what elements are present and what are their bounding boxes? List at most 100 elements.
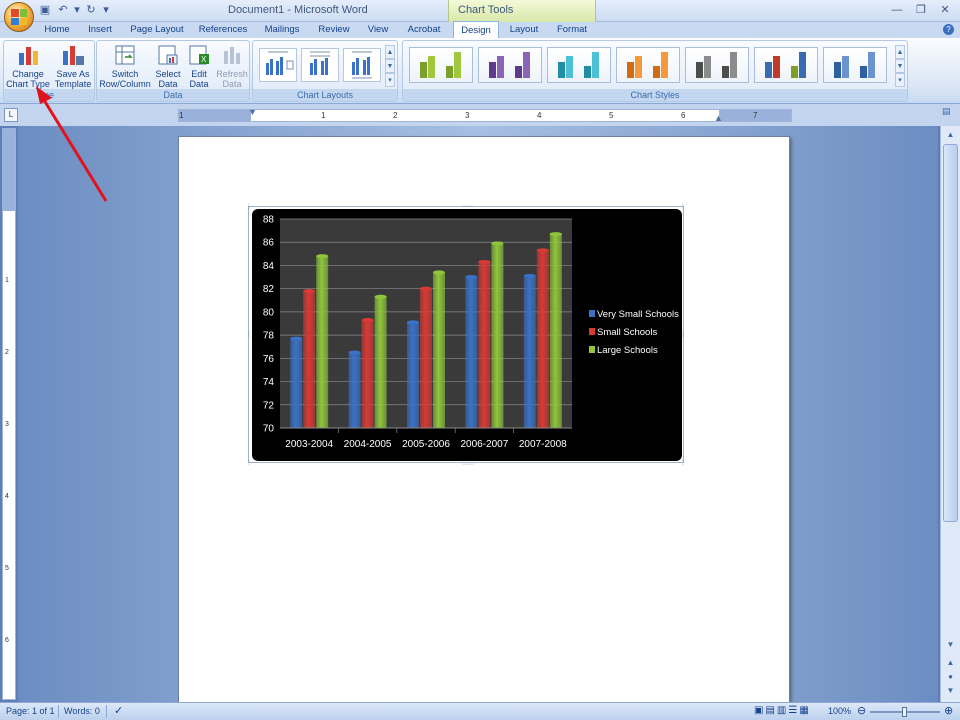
chart-style-4-icon — [627, 52, 668, 78]
save-icon[interactable]: ▣ — [38, 3, 52, 17]
chart-style-bar — [592, 52, 599, 78]
bar-top — [420, 286, 432, 291]
close-icon[interactable]: ✕ — [934, 2, 956, 18]
chart-style-2-icon — [489, 52, 530, 78]
chart-styles-up-icon[interactable]: ▲ — [895, 45, 905, 59]
scroll-thumb[interactable] — [943, 144, 958, 522]
status-separator — [58, 705, 59, 718]
previous-page-icon[interactable]: ▲ — [944, 656, 957, 669]
office-button[interactable] — [4, 2, 34, 32]
chart-style-1-thumbnail[interactable] — [409, 47, 473, 83]
legend-swatch — [589, 328, 595, 335]
page-count[interactable]: Page: 1 of 1 — [6, 706, 55, 716]
x-tick-label: 2006-2007 — [460, 439, 508, 450]
select-data-button[interactable]: Select Data — [153, 43, 183, 89]
x-tick-label: 2005-2006 — [402, 439, 450, 450]
office-logo-icon — [11, 9, 27, 25]
tab-design[interactable]: Design — [453, 21, 499, 39]
right-indent-marker-icon[interactable]: ▲ — [714, 113, 723, 123]
full-screen-reading-icon[interactable]: ▤ — [765, 705, 776, 716]
bar-top — [523, 273, 536, 278]
chart-style-6-thumbnail[interactable] — [754, 47, 818, 83]
tab-selector-icon[interactable]: L — [4, 108, 18, 122]
print-layout-icon[interactable]: ▣ — [754, 705, 765, 716]
web-layout-icon[interactable]: ▥ — [777, 705, 788, 716]
quick-access-toolbar: ▣ ↶ ▾ ↻ ▾ — [38, 3, 110, 17]
indent-marker-icon[interactable]: ▼ — [248, 107, 257, 117]
redo-icon[interactable]: ↻ — [84, 3, 98, 17]
chart-style-3-thumbnail[interactable] — [547, 47, 611, 83]
bar-very-small-schools — [523, 275, 536, 428]
chart-style-1-icon — [420, 52, 461, 78]
draft-icon[interactable]: ▦ — [799, 705, 810, 716]
chart[interactable]: 70 72 74 76 78 80 82 84 86 88 2003-2004 2004-2005 20… — [252, 209, 682, 461]
edit-data-button[interactable]: X Edit Data — [185, 43, 213, 89]
zoom-in-icon[interactable]: ⊕ — [944, 704, 953, 717]
view-buttons: ▣▤▥☰▦ — [754, 705, 811, 716]
browse-object-icon[interactable]: ● — [944, 670, 957, 683]
tab-review[interactable]: Review — [313, 22, 355, 38]
customize-qat-icon[interactable]: ▾ — [102, 3, 110, 17]
scroll-up-icon[interactable]: ▲ — [944, 128, 957, 141]
zoom-slider-thumb[interactable] — [902, 707, 907, 717]
tab-references[interactable]: References — [195, 22, 251, 38]
view-ruler-icon[interactable]: ▤ — [942, 106, 954, 122]
chart-styles-group: ▲ ▼ ▾ Chart Styles — [402, 40, 908, 102]
resize-handle-bottom[interactable]: ⋯⋯ — [462, 461, 474, 468]
chart-style-5-thumbnail[interactable] — [685, 47, 749, 83]
horizontal-ruler[interactable]: 1 1 2 3 4 5 6 7 ▼ ▲ — [178, 107, 792, 123]
chart-style-bar — [558, 62, 565, 78]
tab-home[interactable]: Home — [40, 22, 74, 38]
bar-top — [433, 270, 445, 275]
tab-page-layout[interactable]: Page Layout — [126, 22, 188, 38]
outline-icon[interactable]: ☰ — [788, 705, 799, 716]
bar-very-small-schools — [290, 338, 303, 428]
chart-style-4-thumbnail[interactable] — [616, 47, 680, 83]
chart-style-7-icon — [834, 52, 875, 78]
tab-acrobat[interactable]: Acrobat — [401, 22, 447, 38]
refresh-data-button[interactable]: Refresh Data — [215, 43, 249, 89]
chart-style-bar — [428, 56, 435, 78]
chart-style-bar — [661, 52, 668, 78]
data-group: Switch Row/Column Select Data X Edit Dat… — [96, 40, 250, 102]
word-count[interactable]: Words: 0 — [64, 706, 100, 716]
chart-styles-down-icon[interactable]: ▼ — [895, 59, 905, 73]
proofing-icon[interactable]: ✓ — [114, 704, 123, 717]
select-data-icon — [158, 45, 178, 65]
change-chart-type-button[interactable]: Change Chart Type — [6, 43, 50, 89]
tab-mailings[interactable]: Mailings — [259, 22, 305, 38]
help-icon[interactable]: ? — [943, 24, 954, 35]
minimize-icon[interactable]: — — [886, 2, 908, 18]
switch-row-column-button[interactable]: Switch Row/Column — [98, 43, 152, 89]
undo-dropdown-icon[interactable]: ▾ — [74, 3, 80, 17]
chart-style-bar — [515, 66, 522, 78]
tab-view[interactable]: View — [363, 22, 393, 38]
restore-icon[interactable]: ❐ — [910, 2, 932, 18]
chart-layouts-up-icon[interactable]: ▲ — [385, 45, 395, 59]
undo-icon[interactable]: ↶ — [56, 3, 70, 17]
chart-layouts-down-icon[interactable]: ▼ — [385, 59, 395, 73]
chart-style-bar — [446, 66, 453, 78]
zoom-level[interactable]: 100% — [828, 706, 851, 716]
chart-layout-1-thumbnail[interactable] — [259, 48, 297, 82]
chart-layout-3-thumbnail[interactable] — [343, 48, 381, 82]
tab-format[interactable]: Format — [551, 22, 593, 38]
zoom-out-icon[interactable]: ⊖ — [857, 704, 866, 717]
bar-top — [348, 350, 361, 355]
chart-style-2-thumbnail[interactable] — [478, 47, 542, 83]
chart-style-7-thumbnail[interactable] — [823, 47, 887, 83]
ruler-row: L 1 1 2 3 4 5 6 7 ▼ ▲ — [0, 104, 960, 126]
vertical-ruler[interactable]: 1 2 3 4 5 6 — [2, 128, 16, 700]
save-as-template-button[interactable]: Save As Template — [52, 43, 94, 89]
tab-layout[interactable]: Layout — [505, 22, 543, 38]
scroll-down-icon[interactable]: ▼ — [944, 638, 957, 651]
type-group-label: pe — [4, 89, 94, 101]
vertical-scrollbar[interactable]: ▲ ▼ ▲ ● ▼ — [940, 126, 960, 702]
next-page-icon[interactable]: ▼ — [944, 684, 957, 697]
chart-styles-more-icon[interactable]: ▾ — [895, 73, 905, 87]
chart-layout-2-thumbnail[interactable] — [301, 48, 339, 82]
chart-layouts-more-icon[interactable]: ▾ — [385, 73, 395, 87]
chart-style-bar — [799, 52, 806, 78]
tab-insert[interactable]: Insert — [82, 22, 118, 38]
chart-style-bar — [834, 62, 841, 78]
